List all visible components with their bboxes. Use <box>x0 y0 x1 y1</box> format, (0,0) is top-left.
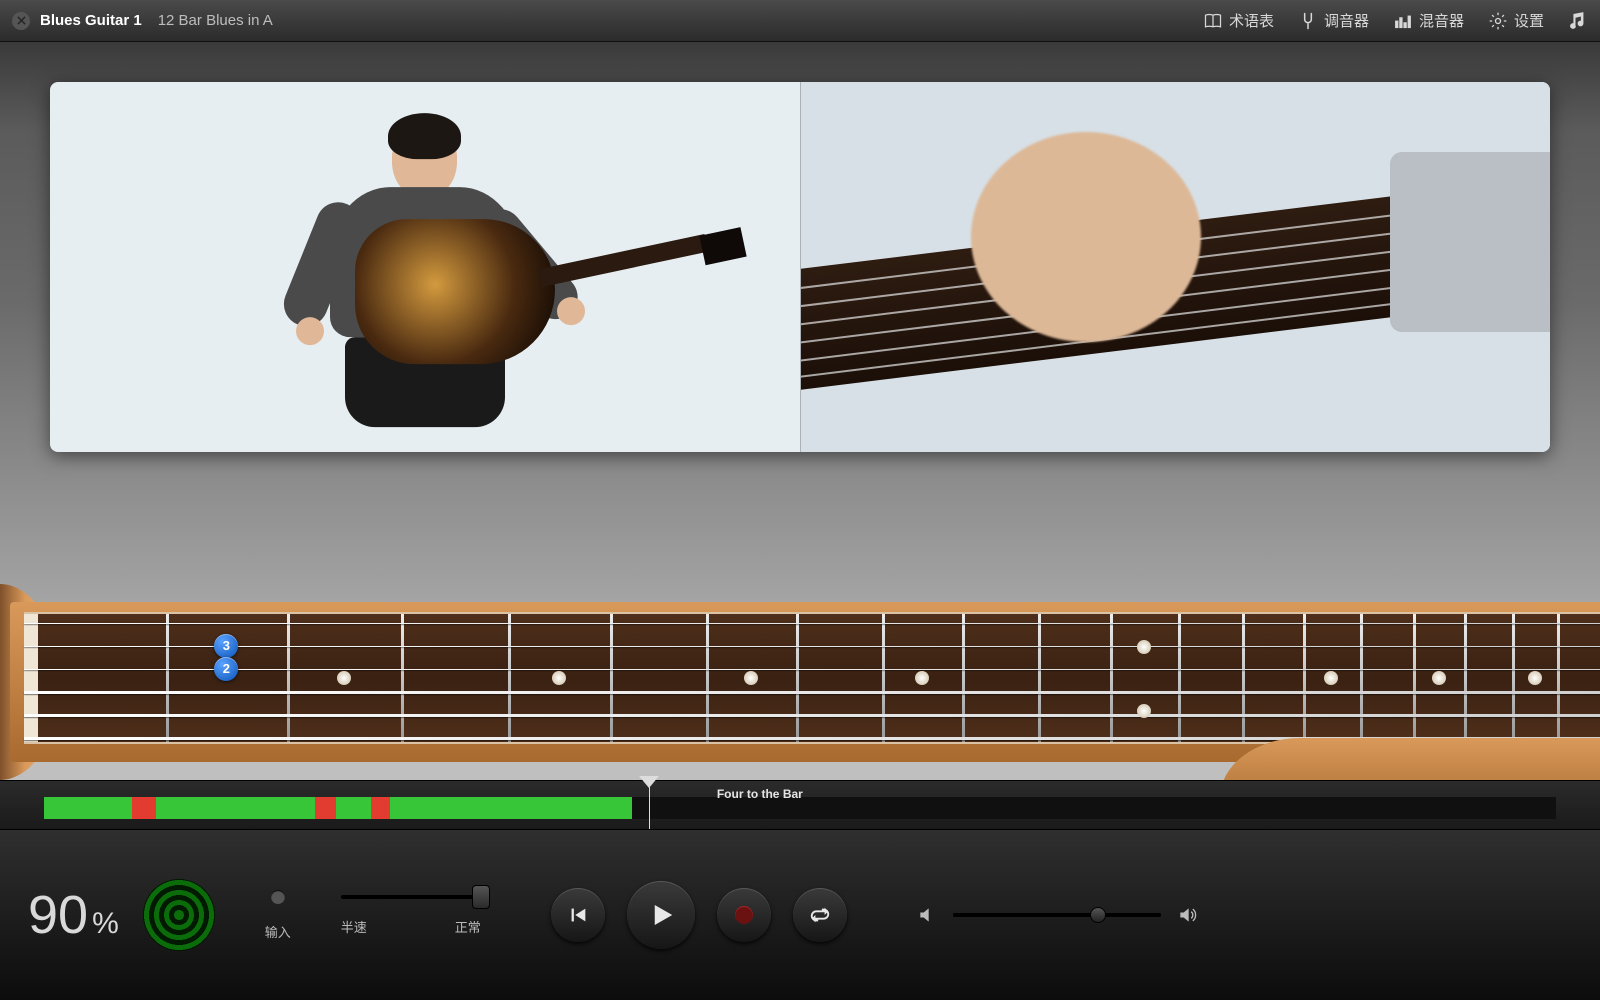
glossary-label: 术语表 <box>1229 10 1274 31</box>
video-fret-closeup[interactable] <box>801 82 1551 452</box>
settings-label: 设置 <box>1514 10 1544 31</box>
input-dial-icon <box>271 890 285 904</box>
timeline-segment[interactable] <box>315 797 336 819</box>
timeline[interactable]: Four to the Bar <box>0 780 1600 830</box>
instructor-figure <box>330 119 520 427</box>
transport-buttons <box>551 881 847 949</box>
fret-inlay <box>1137 640 1151 654</box>
video-panel <box>50 82 1550 452</box>
music-note-icon <box>1568 11 1588 31</box>
glossary-button[interactable]: 术语表 <box>1203 10 1274 31</box>
string <box>24 691 1600 693</box>
string <box>24 714 1600 717</box>
playhead-line <box>649 787 650 829</box>
fret-inlay <box>552 671 566 685</box>
transport-bar: 90 % 输入 半速 正常 <box>0 830 1600 1000</box>
string <box>24 669 1600 671</box>
play-icon <box>646 900 676 930</box>
fret-inlay <box>915 671 929 685</box>
close-button[interactable] <box>12 12 30 30</box>
volume-low-icon <box>917 905 937 925</box>
lesson-subtitle: 12 Bar Blues in A <box>158 12 273 29</box>
record-icon <box>735 906 753 924</box>
music-note-button[interactable] <box>1568 11 1588 31</box>
fret-inlay <box>1137 704 1151 718</box>
fret-inlay <box>337 671 351 685</box>
record-button[interactable] <box>717 888 771 942</box>
section-label: Four to the Bar <box>717 787 803 801</box>
input-control[interactable]: 输入 <box>265 890 291 941</box>
settings-button[interactable]: 设置 <box>1488 10 1544 31</box>
speed-slider[interactable]: 半速 正常 <box>341 895 481 936</box>
timeline-segment[interactable] <box>156 797 315 819</box>
fretboard[interactable]: 32 <box>24 612 1600 744</box>
fret-inlay <box>1324 671 1338 685</box>
lesson-stage: 32 <box>0 42 1600 780</box>
rewind-button[interactable] <box>551 888 605 942</box>
string <box>24 646 1600 648</box>
practice-score: 90 % <box>28 884 119 946</box>
mixer-button[interactable]: 混音器 <box>1393 10 1464 31</box>
timeline-segment[interactable] <box>390 797 632 819</box>
fret-inlay <box>1528 671 1542 685</box>
loop-icon <box>809 904 831 926</box>
volume-high-icon <box>1177 905 1197 925</box>
finger-marker: 2 <box>214 657 238 681</box>
gear-icon <box>1488 11 1508 31</box>
video-instructor-wide[interactable] <box>50 82 801 452</box>
tuning-fork-icon <box>1298 11 1318 31</box>
tuner-label: 调音器 <box>1324 10 1369 31</box>
close-icon <box>17 16 26 25</box>
string <box>24 623 1600 624</box>
score-value: 90 <box>28 884 88 946</box>
score-unit: % <box>92 907 119 941</box>
volume-thumb[interactable] <box>1090 907 1106 923</box>
play-button[interactable] <box>627 881 695 949</box>
volume-control[interactable] <box>917 905 1197 925</box>
timeline-segment[interactable] <box>132 797 156 819</box>
guitar-region: 32 <box>0 602 1600 792</box>
book-icon <box>1203 11 1223 31</box>
speed-thumb[interactable] <box>472 885 490 909</box>
top-bar: Blues Guitar 1 12 Bar Blues in A 术语表 调音器… <box>0 0 1600 42</box>
input-label: 输入 <box>265 922 291 941</box>
lesson-title: Blues Guitar 1 <box>40 12 142 29</box>
score-target-graphic[interactable] <box>143 879 215 951</box>
speed-label-half: 半速 <box>341 917 367 936</box>
mixer-label: 混音器 <box>1419 10 1464 31</box>
timeline-segment[interactable] <box>44 797 132 819</box>
timeline-segment[interactable] <box>371 797 391 819</box>
loop-button[interactable] <box>793 888 847 942</box>
tuner-button[interactable]: 调音器 <box>1298 10 1369 31</box>
finger-marker: 3 <box>214 634 238 658</box>
rewind-icon <box>567 904 589 926</box>
mixer-icon <box>1393 11 1413 31</box>
timeline-segment[interactable] <box>336 797 371 819</box>
fret-inlay <box>1432 671 1446 685</box>
speed-label-normal: 正常 <box>455 917 481 936</box>
fret-inlay <box>744 671 758 685</box>
